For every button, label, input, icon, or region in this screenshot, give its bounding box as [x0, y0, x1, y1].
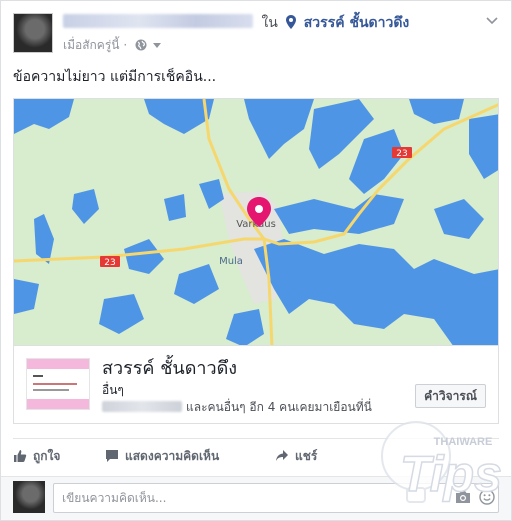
post-text: ข้อความไม่ยาว แต่มีการเช็คอิน...	[13, 69, 217, 85]
like-button[interactable]: ถูกใจ	[13, 447, 60, 465]
like-label: ถูกใจ	[33, 449, 61, 463]
road-label-west: 23	[104, 258, 115, 268]
globe-icon[interactable]	[135, 39, 147, 51]
in-word: ใน	[261, 15, 278, 31]
timestamp[interactable]: เมื่อสักครู่นี้	[63, 38, 119, 52]
review-button[interactable]: คำวิจารณ์	[415, 384, 486, 408]
map-graphic: 23 23 Varkaus Mula	[14, 99, 498, 345]
share-arrow-icon	[276, 450, 288, 461]
comment-label: แสดงความคิดเห็น	[125, 449, 220, 463]
author-avatar[interactable]	[13, 13, 53, 53]
post-meta: เมื่อสักครู่นี้ ·	[63, 37, 161, 53]
visitor-name-blurred[interactable]	[102, 401, 182, 412]
thumbs-up-icon	[14, 450, 27, 462]
place-link[interactable]: สวรรค์ ชั้นดาวดึง	[304, 15, 410, 31]
comment-icon	[106, 450, 118, 462]
road-label-east: 23	[396, 149, 407, 159]
caret-down-icon[interactable]	[152, 43, 161, 49]
place-category: อื่นๆ	[102, 383, 124, 397]
watermark-brand-large: Tips	[400, 446, 502, 502]
commenter-avatar[interactable]	[13, 481, 45, 513]
author-name-blurred[interactable]	[63, 14, 253, 28]
visitors-line: และคนอื่นๆ อีก 4 คนเคยมาเยือนที่นี่	[102, 399, 372, 415]
location-pin-icon	[286, 15, 297, 29]
comment-button[interactable]: แสดงความคิดเห็น	[105, 447, 219, 465]
thaiware-tips-watermark: THAIWARE Tips	[381, 421, 503, 503]
share-label: แชร์	[295, 449, 318, 463]
visitors-text: และคนอื่นๆ อีก 4 คนเคยมาเยือนที่นี่	[186, 400, 372, 414]
share-button[interactable]: แชร์	[275, 447, 317, 465]
post-menu-chevron-icon[interactable]	[485, 13, 499, 27]
meta-separator: ·	[123, 38, 128, 52]
post-card: ใน สวรรค์ ชั้นดาวดึง เมื่อสักครู่นี้ · ข…	[0, 0, 512, 521]
place-title[interactable]: สวรรค์ ชั้นดาวดึง	[102, 358, 237, 380]
place-thumbnail[interactable]	[26, 358, 90, 410]
map-town-label: Mula	[219, 256, 243, 267]
author-line: ใน สวรรค์ ชั้นดาวดึง	[63, 13, 409, 33]
location-map[interactable]: 23 23 Varkaus Mula	[13, 98, 499, 346]
